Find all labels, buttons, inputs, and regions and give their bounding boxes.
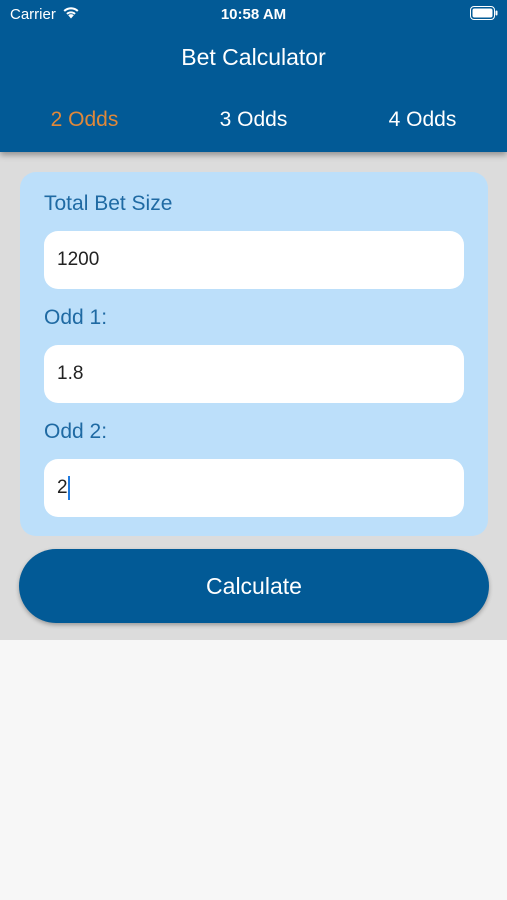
text-cursor	[68, 476, 70, 500]
status-bar: Carrier 10:58 AM	[0, 0, 507, 30]
tab-3-odds[interactable]: 3 Odds	[169, 108, 338, 132]
content-area: Total Bet Size Odd 1: Odd 2: Calculate	[0, 152, 507, 640]
total-bet-label: Total Bet Size	[44, 192, 173, 215]
page-title: Bet Calculator	[181, 44, 326, 70]
form-card: Total Bet Size Odd 1: Odd 2:	[20, 172, 488, 536]
odd2-label: Odd 2:	[44, 420, 108, 443]
odd1-input[interactable]	[44, 345, 464, 403]
clock: 10:58 AM	[220, 6, 287, 23]
battery-icon	[470, 6, 498, 20]
app-header: Carrier 10:58 AM Bet Calculator 2 Odds 3…	[0, 0, 507, 152]
odd2-input[interactable]	[44, 459, 464, 517]
calculate-button[interactable]: Calculate	[19, 549, 489, 623]
total-bet-input[interactable]	[44, 231, 464, 289]
tab-4-odds[interactable]: 4 Odds	[338, 108, 507, 132]
tab-2-odds[interactable]: 2 Odds	[0, 108, 169, 132]
odds-tabs: 2 Odds 3 Odds 4 Odds	[0, 108, 507, 138]
odd1-label: Odd 1:	[44, 306, 108, 329]
